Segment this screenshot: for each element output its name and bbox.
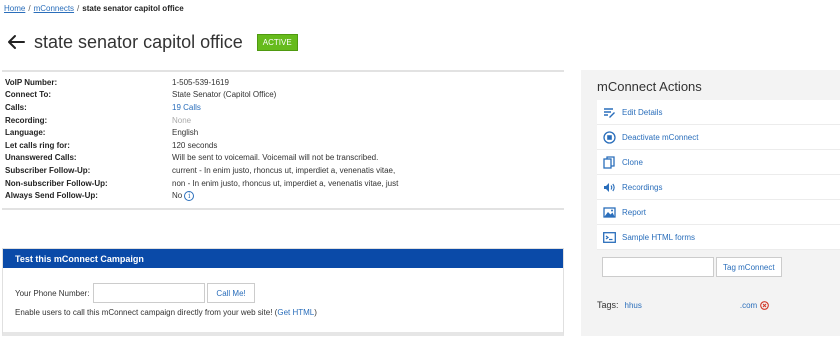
phone-row: Your Phone Number: Call Me! xyxy=(15,282,563,304)
detail-row-nonsubscriber-followup: Non-subscriber Follow-Up: non - In enim … xyxy=(2,177,564,190)
action-label: Clone xyxy=(622,157,643,167)
deactivate-action[interactable]: Deactivate mConnect xyxy=(597,125,840,150)
detail-label: Non-subscriber Follow-Up: xyxy=(5,178,108,188)
terminal-icon xyxy=(603,231,616,243)
detail-value: 120 seconds xyxy=(172,140,218,150)
detail-value: Will be sent to voicemail. Voicemail wil… xyxy=(172,153,379,163)
report-icon xyxy=(603,206,616,218)
action-label: Sample HTML forms xyxy=(622,232,696,242)
speaker-icon xyxy=(604,182,615,192)
detail-row-subscriber-followup: Subscriber Follow-Up: current - In enim … xyxy=(2,164,564,177)
detail-label: VoIP Number: xyxy=(5,77,58,87)
get-html-link[interactable]: Get HTML xyxy=(277,308,314,317)
detail-row-recording: Recording: None xyxy=(2,114,564,127)
detail-label: Language: xyxy=(5,128,46,138)
status-badge: ACTIVE xyxy=(256,33,298,51)
recordings-action[interactable]: Recordings xyxy=(597,175,840,200)
enable-text-end: ) xyxy=(314,308,317,317)
tag-link[interactable]: .com xyxy=(740,301,757,310)
detail-label: Let calls ring for: xyxy=(5,140,70,150)
tag-link[interactable]: hhus xyxy=(625,301,642,310)
detail-row-language: Language: English xyxy=(2,126,564,139)
edit-details-action[interactable]: Edit Details xyxy=(597,100,840,125)
action-list: Edit Details Deactivate mConnect Clone R… xyxy=(597,100,840,250)
detail-label: Always Send Follow-Up: xyxy=(5,191,98,201)
action-label: Report xyxy=(622,207,647,217)
phone-number-input[interactable] xyxy=(93,283,206,303)
detail-label: Connect To: xyxy=(5,90,52,100)
report-action[interactable]: Report xyxy=(597,200,840,225)
tag-input[interactable] xyxy=(602,257,714,277)
test-campaign-panel: Test this mConnect Campaign Your Phone N… xyxy=(2,248,564,336)
test-campaign-header: Test this mConnect Campaign xyxy=(3,249,563,268)
details-table: VoIP Number: 1-505-539-1619 Connect To: … xyxy=(2,70,564,210)
detail-row-connect-to: Connect To: State Senator (Capitol Offic… xyxy=(2,89,564,102)
tag-mconnect-button[interactable]: Tag mConnect xyxy=(716,257,782,277)
phone-label: Your Phone Number: xyxy=(15,288,90,298)
detail-value: current - In enim justo, rhoncus ut, imp… xyxy=(172,165,396,175)
back-arrow-icon[interactable] xyxy=(6,34,26,50)
tags-row: Tags: hhus .com xyxy=(597,300,770,310)
detail-row-unanswered: Unanswered Calls: Will be sent to voicem… xyxy=(2,152,564,165)
detail-row-voip: VoIP Number: 1-505-539-1619 xyxy=(2,76,564,89)
title-row: state senator capitol office ACTIVE xyxy=(6,30,298,54)
calls-link[interactable]: 19 Calls xyxy=(172,103,201,112)
clone-action[interactable]: Clone xyxy=(597,150,840,175)
tags-label: Tags: xyxy=(597,300,619,310)
actions-title: mConnect Actions xyxy=(597,79,702,94)
detail-row-calls: Calls: 19 Calls xyxy=(2,101,564,114)
edit-icon xyxy=(604,107,615,118)
info-icon[interactable]: i xyxy=(184,190,195,201)
call-me-button[interactable]: Call Me! xyxy=(207,283,255,303)
test-campaign-body: Your Phone Number: Call Me! Enable users… xyxy=(3,268,563,317)
breadcrumb-separator: / xyxy=(77,4,80,13)
action-label: Edit Details xyxy=(622,107,663,117)
detail-value: non - In enim justo, rhoncus ut, imperdi… xyxy=(172,178,399,188)
actions-panel: mConnect Actions Edit Details Deactivate… xyxy=(581,70,840,336)
sample-html-forms-action[interactable]: Sample HTML forms xyxy=(597,225,840,250)
detail-label: Subscriber Follow-Up: xyxy=(5,165,91,175)
detail-row-always-send: Always Send Follow-Up: No i xyxy=(2,189,564,202)
action-label: Recordings xyxy=(622,182,663,192)
detail-label: Unanswered Calls: xyxy=(5,153,77,163)
enable-text: Enable users to call this mConnect campa… xyxy=(15,308,563,317)
stop-icon xyxy=(603,130,616,144)
breadcrumb-home-link[interactable]: Home xyxy=(4,4,25,13)
detail-label: Calls: xyxy=(5,102,27,112)
detail-value: No i xyxy=(172,190,195,201)
breadcrumb-mconnects-link[interactable]: mConnects xyxy=(34,4,74,13)
always-send-value: No xyxy=(172,190,183,200)
enable-text-body: Enable users to call this mConnect campa… xyxy=(15,308,278,317)
breadcrumb-current: state senator capitol office xyxy=(82,4,184,13)
detail-label: Recording: xyxy=(5,115,48,125)
tag-row: Tag mConnect xyxy=(602,257,782,277)
detail-row-ring-time: Let calls ring for: 120 seconds xyxy=(2,139,564,152)
clone-icon xyxy=(603,155,615,169)
page-title: state senator capitol office xyxy=(34,31,243,52)
remove-tag-icon[interactable] xyxy=(760,300,770,310)
detail-value: 1-505-539-1619 xyxy=(172,77,229,87)
detail-value: State Senator (Capitol Office) xyxy=(172,90,277,100)
detail-value: None xyxy=(172,115,192,125)
breadcrumb-separator: / xyxy=(28,4,31,13)
breadcrumb: Home / mConnects / state senator capitol off… xyxy=(4,4,184,13)
detail-value: English xyxy=(172,128,199,138)
action-label: Deactivate mConnect xyxy=(622,132,699,142)
